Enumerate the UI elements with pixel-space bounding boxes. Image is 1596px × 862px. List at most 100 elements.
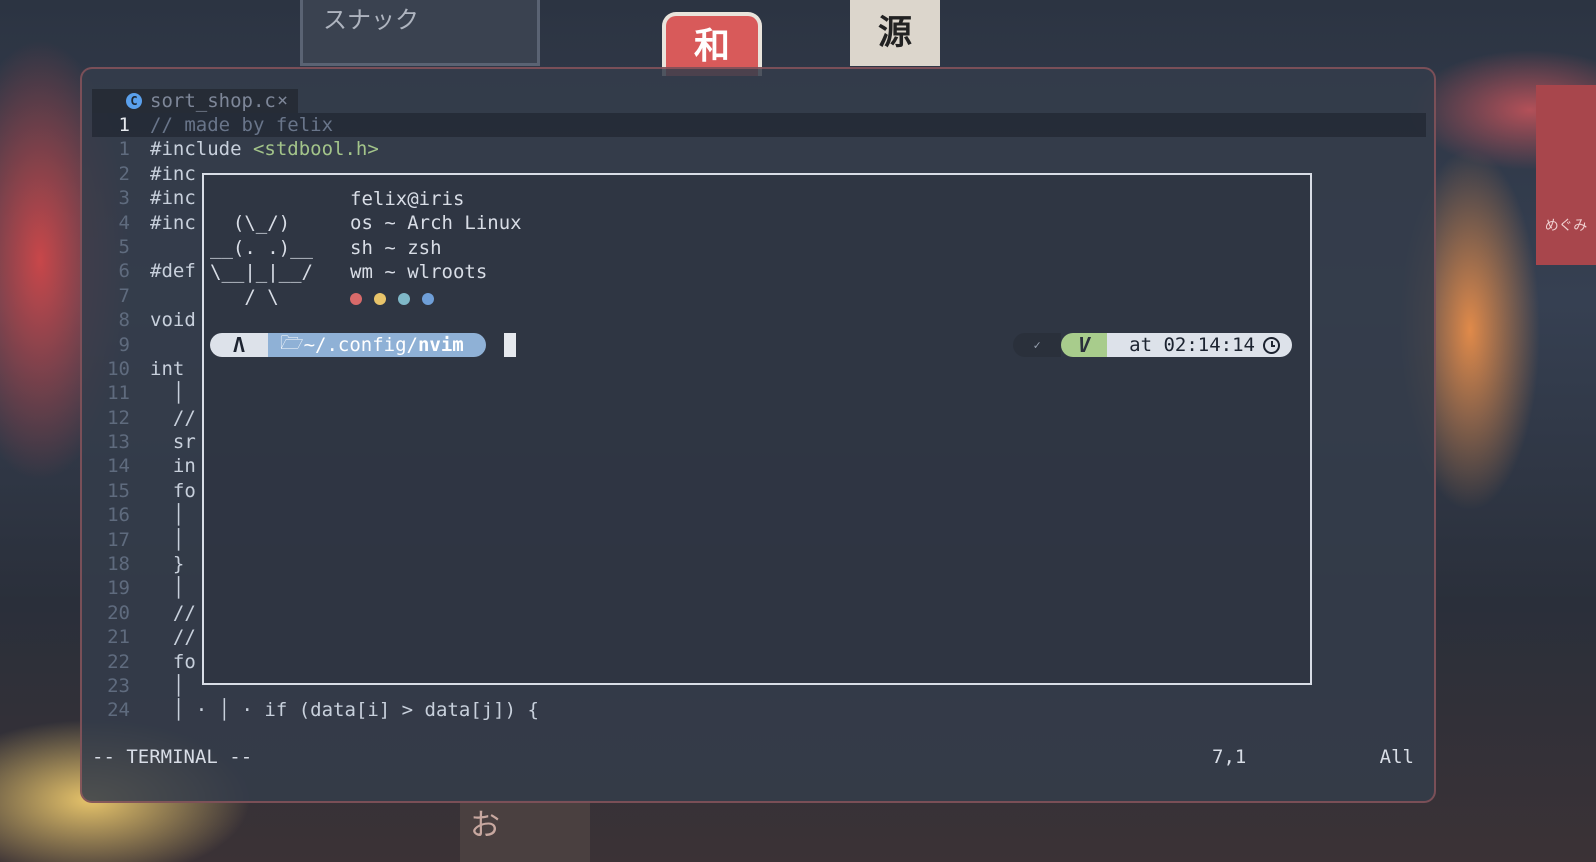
line-number: 17 (107, 528, 130, 551)
line-number: 18 (107, 553, 130, 576)
line-code-text: │ (150, 577, 185, 600)
line-code-text: } (150, 553, 185, 576)
line-code-text: │ (150, 504, 185, 527)
line-code: │ (150, 381, 184, 405)
background-sign-bottom: お (460, 800, 590, 862)
time-text: at 02:14:14 (1129, 334, 1255, 356)
line-code-text: int (150, 357, 196, 380)
line-code: // made by felix (150, 113, 333, 137)
dir-name: nvim (417, 334, 464, 356)
fetch-user: felix@iris (350, 188, 465, 210)
code-line[interactable]: 1 // made by felix (92, 113, 1426, 138)
line-code: fo (150, 650, 196, 674)
fetch-wm: wm ~ wlroots (350, 261, 488, 284)
line-number: 23 (107, 674, 130, 697)
color-dot (422, 292, 434, 305)
line-code: // (150, 601, 196, 625)
line-number: 5 (118, 235, 130, 258)
color-dot (374, 292, 386, 305)
code-line[interactable]: 1 #include <stdbool.h> (92, 137, 1426, 161)
line-code-text: sr (150, 431, 196, 454)
code-line[interactable]: 24 │ · │ · if (data[i] > data[j]) { (92, 698, 1426, 722)
cursor-position: 7,1 (1212, 746, 1247, 768)
line-number: 19 (107, 577, 130, 600)
line-code-text: // (150, 601, 196, 624)
line-code-text: // (150, 406, 196, 429)
line-number: 11 (107, 382, 130, 405)
line-code-text: │ (150, 674, 185, 697)
line-code: int (150, 357, 196, 381)
fetch-info: felix@iris os ~ Arch Linux sh ~ zsh wm ~… (350, 187, 522, 305)
line-code-text: #inc (150, 211, 196, 234)
background-sign-snack: スナック (300, 0, 540, 66)
line-code: sr (150, 430, 196, 454)
line-code-text: // made by felix (150, 114, 334, 136)
line-number: 10 (107, 357, 130, 380)
line-number: 20 (107, 601, 130, 624)
line-code: │ (150, 674, 184, 698)
line-code: #inc (150, 162, 196, 186)
include-path: <stdbool.h> (252, 138, 379, 161)
line-code-text: #def (150, 260, 196, 283)
line-code: } (150, 552, 184, 576)
line-code: void (150, 308, 196, 332)
line-code: #inc (150, 211, 196, 235)
line-code-text: in (150, 455, 196, 478)
line-number: 6 (118, 260, 130, 283)
statusline: -- TERMINAL -- 7,1 All (92, 745, 1426, 769)
tabline: C sort_shop.c × (92, 89, 298, 113)
tab-sort-shop[interactable]: C sort_shop.c × (92, 89, 298, 113)
line-code-text: // (150, 626, 196, 649)
close-icon[interactable]: × (277, 89, 288, 113)
check-icon: ✓ (1013, 333, 1062, 357)
line-code-text: │ (150, 382, 185, 405)
line-number: 21 (107, 626, 130, 649)
line-code: │ (150, 503, 184, 527)
dir-prefix: ~/.config/ (303, 334, 418, 356)
line-code-text: #inc (150, 162, 196, 185)
line-number: 4 (118, 211, 130, 234)
color-dots (350, 292, 522, 305)
fetch-os: os ~ Arch Linux (350, 212, 522, 235)
line-code: │ · │ · if (data[i] > data[j]) { (150, 698, 539, 722)
line-code: // (150, 625, 196, 649)
line-code-text: #inc (150, 187, 196, 210)
prompt-time: at 02:14:14 (1107, 333, 1292, 357)
line-number: 7 (118, 284, 130, 307)
color-dot (350, 292, 362, 305)
mode-indicator: -- TERMINAL -- (92, 746, 253, 768)
tab-label: sort_shop.c (150, 90, 276, 112)
line-code-text: #include (150, 138, 253, 161)
line-number: 14 (107, 455, 130, 478)
line-number: 16 (107, 504, 130, 527)
prompt-left: Λ 🗁 ~/.config/nvim (210, 332, 486, 357)
line-number: 9 (118, 333, 130, 356)
background-sign-red: めぐみ (1536, 85, 1596, 265)
terminal-cursor (504, 333, 516, 357)
scroll-indicator: All (1379, 746, 1414, 768)
line-code: fo (150, 479, 196, 503)
line-number: 2 (118, 162, 130, 185)
c-file-icon: C (126, 93, 142, 109)
line-code: in (150, 454, 196, 478)
line-code-text: │ (150, 528, 185, 551)
line-code: │ (150, 576, 184, 600)
line-number: 1 (118, 138, 130, 161)
background-sign-white: 源 (850, 0, 940, 66)
arch-icon: Λ (210, 333, 268, 357)
prompt-directory: 🗁 ~/.config/nvim (268, 332, 486, 357)
line-number: 22 (107, 650, 130, 673)
line-number: 24 (107, 699, 130, 722)
line-code-text: fo (150, 479, 196, 502)
line-code-text: void (150, 309, 196, 332)
line-code-text: fo (150, 650, 196, 673)
floating-terminal[interactable]: (\_/) __(. .)__ \__|_|__/ / \ felix@iris… (202, 173, 1312, 685)
line-number: 15 (107, 479, 130, 502)
clock-icon (1263, 336, 1280, 354)
fetch-shell: sh ~ zsh (350, 236, 442, 259)
line-number: 1 (118, 114, 130, 136)
line-code-text: │ · │ · if (data[i] > data[j]) { (150, 699, 539, 722)
nvim-window[interactable]: C sort_shop.c × 1 // made by felix 1 #inclu… (80, 67, 1436, 803)
line-code: │ (150, 528, 184, 552)
prompt-right: ✓ V at 02:14:14 (1013, 333, 1292, 357)
